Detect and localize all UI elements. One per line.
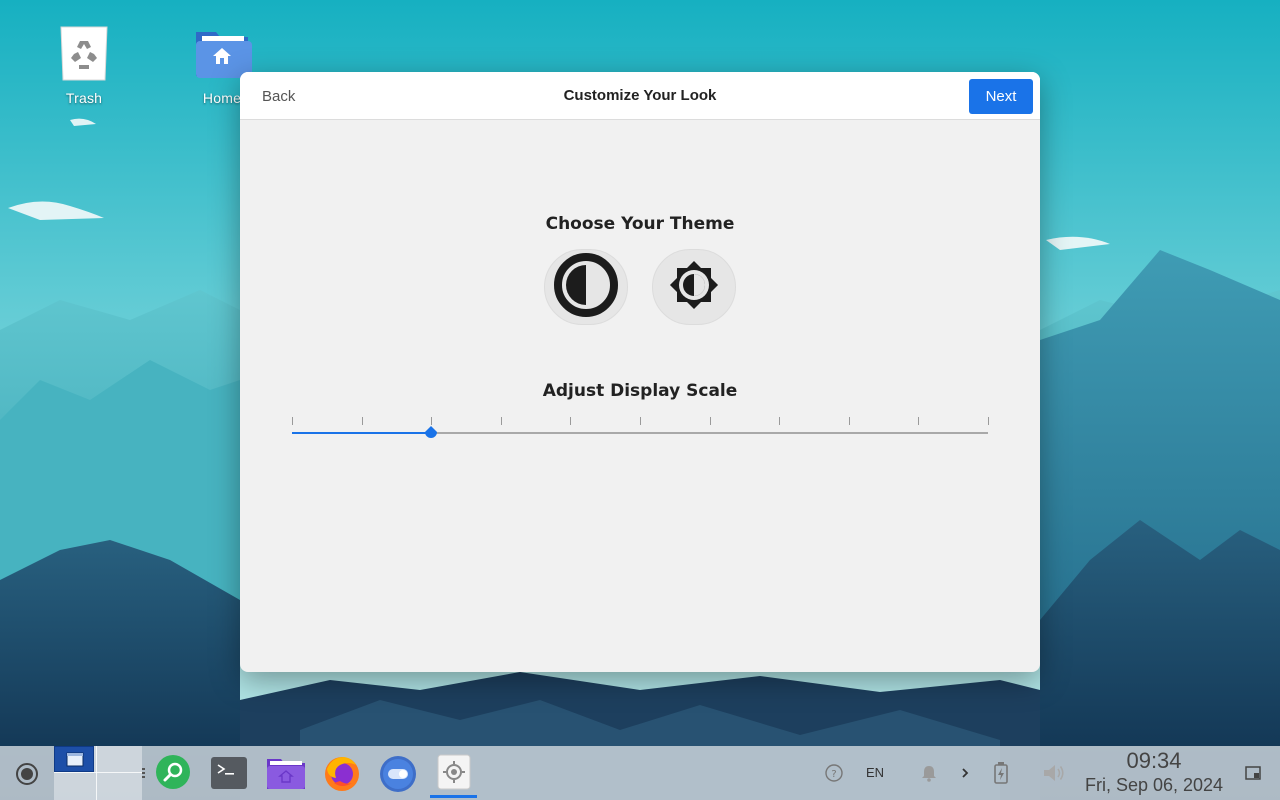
- clock-time[interactable]: 09:34: [1083, 748, 1225, 774]
- show-desktop-corner-icon: [1245, 766, 1261, 780]
- taskbar: ? EN 09:34 Fri, Sep 06, 2024: [0, 746, 1280, 800]
- toggle-settings-icon: [380, 756, 416, 792]
- theme-option-dark[interactable]: [544, 249, 628, 325]
- dialog-title: Customize Your Look: [563, 87, 717, 104]
- slider-tick: [431, 417, 432, 425]
- firefox-launcher[interactable]: [321, 752, 363, 794]
- theme-section-title: Choose Your Theme: [545, 214, 735, 234]
- customize-look-dialog: Back Customize Your Look Next Choose You…: [240, 72, 1040, 672]
- terminal-launcher[interactable]: [209, 753, 249, 793]
- next-button[interactable]: Next: [969, 79, 1033, 114]
- notifications-button[interactable]: [919, 763, 939, 783]
- slider-handle[interactable]: [424, 426, 438, 440]
- show-desktop-icon: [16, 763, 38, 785]
- workspace-divider: [54, 772, 142, 773]
- setup-app-icon: [437, 754, 471, 790]
- chevron-right-icon: [962, 768, 969, 778]
- slider-tick: [362, 417, 363, 425]
- slider-tick: [570, 417, 571, 425]
- help-button[interactable]: ?: [824, 763, 844, 783]
- help-icon: ?: [825, 764, 843, 782]
- theme-option-light[interactable]: [652, 249, 736, 325]
- slider-tick: [849, 417, 850, 425]
- firefox-icon: [325, 757, 359, 791]
- dialog-header: Back Customize Your Look Next: [240, 72, 1040, 120]
- show-desktop-button[interactable]: [14, 761, 40, 787]
- battery-charging-icon: [994, 762, 1008, 784]
- clock-date[interactable]: Fri, Sep 06, 2024: [1080, 775, 1228, 796]
- slider-tick: [292, 417, 293, 425]
- scale-section-title: Adjust Display Scale: [542, 381, 738, 401]
- search-app-icon: [156, 755, 190, 789]
- setup-app-launcher[interactable]: [436, 753, 472, 791]
- files-launcher[interactable]: [264, 753, 308, 793]
- show-desktop-corner-button[interactable]: [1243, 764, 1263, 782]
- tray-expand-button[interactable]: [957, 763, 973, 783]
- trash-label: Trash: [65, 90, 103, 106]
- display-scale-slider[interactable]: [292, 412, 989, 442]
- workspace-handle[interactable]: [141, 764, 147, 782]
- search-app-launcher[interactable]: [154, 753, 192, 791]
- slider-fill: [292, 432, 431, 434]
- volume-button[interactable]: [1041, 761, 1067, 785]
- workspace-switcher[interactable]: [54, 746, 142, 800]
- toggle-settings-launcher[interactable]: [378, 754, 418, 794]
- slider-tick: [779, 417, 780, 425]
- desktop-icon-trash[interactable]: Trash: [36, 24, 132, 106]
- terminal-icon: [211, 757, 247, 789]
- svg-text:?: ?: [831, 769, 836, 780]
- brightness-icon: [664, 255, 724, 320]
- active-app-indicator: [430, 795, 477, 798]
- dark-contrast-icon: [553, 252, 619, 323]
- workspace-1[interactable]: [54, 746, 94, 772]
- recycle-bin-icon: [54, 24, 114, 84]
- battery-indicator[interactable]: [990, 761, 1012, 785]
- files-icon: [267, 759, 305, 789]
- keyboard-language-indicator[interactable]: EN: [866, 765, 884, 780]
- slider-tick: [710, 417, 711, 425]
- volume-icon: [1044, 765, 1064, 781]
- slider-tick: [918, 417, 919, 425]
- slider-tick: [988, 417, 989, 425]
- slider-tick: [640, 417, 641, 425]
- workspace-divider: [96, 746, 97, 800]
- slider-tick: [501, 417, 502, 425]
- bell-icon: [922, 766, 936, 782]
